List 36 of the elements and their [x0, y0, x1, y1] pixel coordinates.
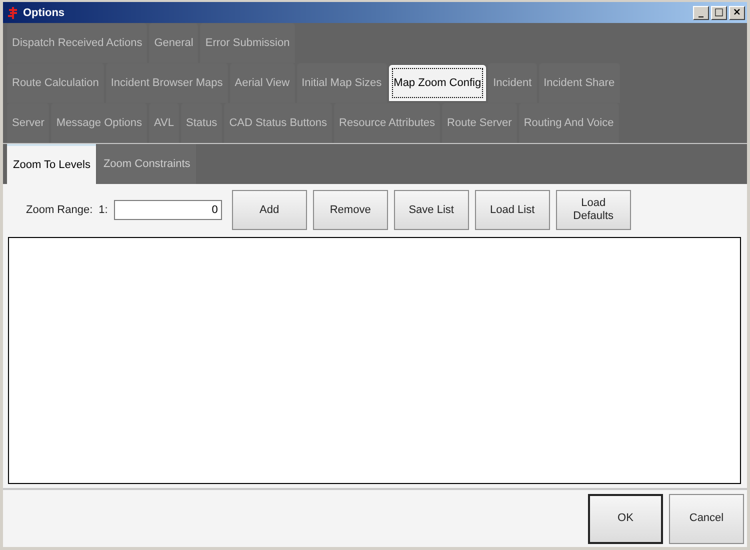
tab[interactable]: Incident	[488, 63, 537, 103]
tab[interactable]: Resource Attributes	[334, 103, 440, 143]
tab[interactable]: Error Submission	[200, 23, 295, 63]
tab[interactable]: Aerial View	[230, 63, 295, 103]
action-button[interactable]: Load List	[474, 190, 550, 230]
app-logo-icon	[7, 6, 19, 18]
tab[interactable]: Initial Map Sizes	[296, 63, 387, 103]
tab[interactable]: Map Zoom Config	[388, 65, 486, 101]
cancel-button[interactable]: Cancel	[669, 494, 744, 544]
tab[interactable]: Incident Browser Maps	[106, 63, 228, 103]
title-bar-button[interactable]: □	[711, 6, 727, 20]
tab[interactable]: Route Calculation	[7, 63, 104, 103]
action-button[interactable]: Save List	[394, 190, 469, 230]
tab[interactable]: Dispatch Received Actions	[7, 23, 148, 63]
window-title: Options	[23, 6, 66, 18]
title-bar-button[interactable]: ×	[729, 6, 745, 20]
ok-button[interactable]: OK	[588, 494, 663, 544]
tab[interactable]: Incident Share	[538, 63, 620, 103]
tab[interactable]: Zoom Constraints	[97, 144, 196, 184]
action-button[interactable]: Add	[232, 190, 307, 230]
tab[interactable]: Status	[181, 103, 222, 143]
title-bar-button[interactable]: _	[693, 6, 709, 20]
tab[interactable]: CAD Status Buttons	[224, 103, 332, 143]
tab[interactable]: Message Options	[51, 103, 148, 143]
tab[interactable]: AVL	[149, 103, 179, 143]
tab[interactable]: Zoom To Levels	[7, 144, 96, 184]
tab[interactable]: Server	[7, 103, 50, 143]
zoom-level-list[interactable]	[8, 237, 741, 484]
tab[interactable]: Routing And Voice	[518, 103, 619, 143]
action-button[interactable]: Load Defaults	[556, 190, 631, 230]
zoom-range-label: Zoom Range:	[26, 204, 93, 216]
tab[interactable]: General	[149, 23, 198, 63]
ratio-prefix: 1:	[98, 204, 108, 216]
tab[interactable]: Route Server	[442, 103, 517, 143]
zoom-range-field[interactable]: 0	[114, 200, 222, 220]
action-button[interactable]: Remove	[312, 190, 388, 230]
